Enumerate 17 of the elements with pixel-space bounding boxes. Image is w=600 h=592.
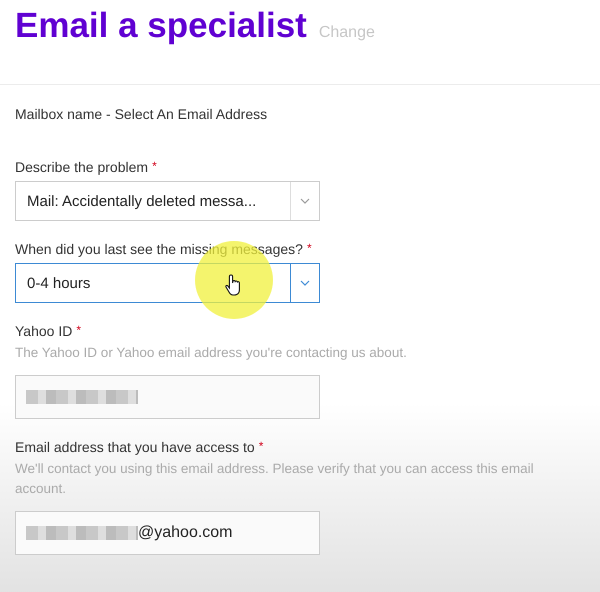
required-mark: * (76, 323, 82, 339)
field-label: Email address that you have access to (15, 439, 255, 455)
required-mark: * (152, 159, 157, 175)
field-label: Describe the problem (15, 159, 148, 175)
chevron-down-icon (300, 198, 310, 204)
dropdown[interactable]: Mail: Accidentally deleted messa... (15, 181, 320, 221)
chevron-down-icon (300, 280, 310, 286)
mailbox-label: Mailbox name - Select An Email Address (15, 106, 268, 122)
hand-cursor-icon (225, 273, 243, 297)
required-mark: * (306, 241, 312, 257)
help-text: The Yahoo ID or Yahoo email address you're contacting us about. (15, 344, 408, 362)
page-title: Email a specialist (15, 6, 307, 46)
field-label: Yahoo ID (15, 323, 72, 339)
required-mark: * (258, 439, 264, 455)
input-field[interactable]: @yahoo.com (15, 511, 320, 555)
input-field[interactable] (15, 375, 320, 419)
help-text: We'll contact you using this email address. Please verify that you can access this email account. (15, 460, 535, 498)
